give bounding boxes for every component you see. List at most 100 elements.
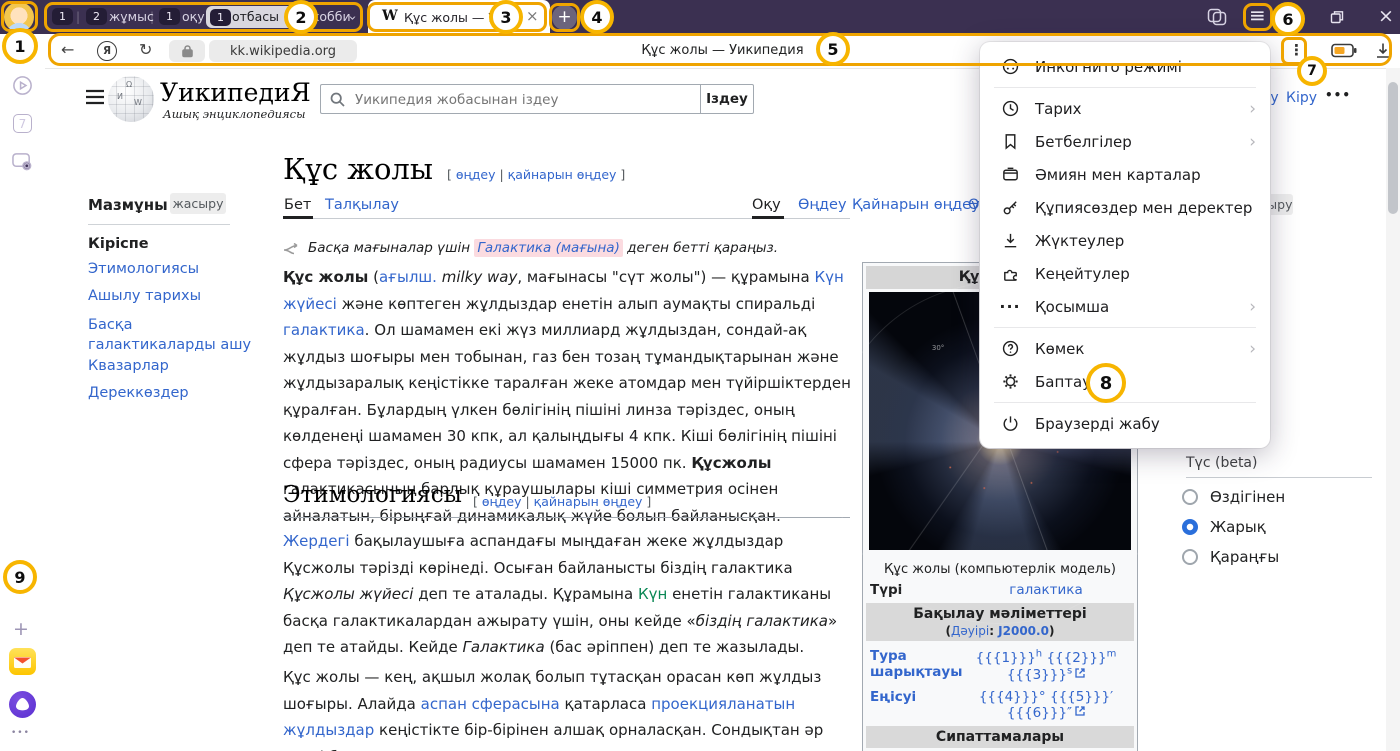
infobox-row-ra: Тура шарықтауы {{{1}}}h {{{2}}}m {{{3}}}… bbox=[866, 648, 1134, 683]
sidebar-add-icon[interactable]: + bbox=[13, 618, 29, 640]
menu-item-wallet[interactable]: Әмиян мен карталар bbox=[980, 158, 1270, 191]
tab-edit-source[interactable]: Қайнарын өңдеу bbox=[852, 197, 980, 213]
chevron-right-icon: › bbox=[1249, 132, 1256, 152]
radio-light[interactable] bbox=[1182, 519, 1198, 535]
download-icon bbox=[1000, 231, 1020, 250]
menu-item-more[interactable]: ··· Қосымша› bbox=[980, 290, 1270, 323]
radio-dark[interactable] bbox=[1182, 549, 1198, 565]
search-input[interactable] bbox=[353, 88, 687, 112]
wallet-icon bbox=[1000, 165, 1020, 184]
ra-label-link[interactable]: Тура шарықтауы bbox=[866, 648, 958, 683]
panels-icon[interactable] bbox=[1207, 8, 1227, 26]
wiki-hamburger-icon[interactable] bbox=[85, 89, 105, 105]
toc-hide-button[interactable]: жасыру bbox=[170, 193, 226, 214]
dec-value[interactable]: {{{4}}}° {{{5}}}′ {{{6}}}″ bbox=[958, 689, 1134, 721]
power-icon bbox=[1000, 414, 1020, 433]
annotation-box-menu-button bbox=[1243, 3, 1273, 31]
annotation-5: 5 bbox=[816, 32, 850, 66]
toc-item[interactable]: Дереккөздер bbox=[88, 385, 189, 401]
scrollbar-thumb[interactable] bbox=[1388, 82, 1398, 214]
menu-item-bookmarks[interactable]: Бетбелгілер› bbox=[980, 125, 1270, 158]
appearance-divider bbox=[1186, 477, 1372, 478]
toc-divider bbox=[88, 224, 230, 225]
search-button[interactable]: Іздеу bbox=[700, 84, 754, 114]
menu-item-help[interactable]: Көмек› bbox=[980, 332, 1270, 365]
external-link-icon bbox=[1075, 668, 1085, 678]
annotation-8: 8 bbox=[1086, 363, 1126, 403]
key-icon bbox=[1000, 198, 1020, 217]
help-icon bbox=[1000, 339, 1020, 358]
toc-item-intro[interactable]: Кіріспе bbox=[88, 236, 149, 252]
toc-item[interactable]: Этимологиясы bbox=[88, 261, 199, 277]
menu-item-downloads[interactable]: Жүктеулер bbox=[980, 224, 1270, 257]
search-box[interactable] bbox=[320, 84, 700, 114]
alice-assistant-icon[interactable] bbox=[9, 691, 36, 718]
bookmark-icon bbox=[1000, 132, 1020, 151]
tab-talk[interactable]: Талқылау bbox=[325, 197, 399, 213]
active-tab-marker bbox=[283, 216, 313, 219]
wikipedia-wordmark[interactable]: УикипедиЯ bbox=[160, 78, 311, 107]
header-more-icon[interactable]: ••• bbox=[1325, 88, 1351, 102]
infobox-characteristics-header: Сипаттамалары bbox=[866, 726, 1134, 748]
wikipedia-tagline: Ашық энциклопедиясы bbox=[163, 107, 305, 121]
menu-item-quit[interactable]: Браузерді жабу bbox=[980, 407, 1270, 440]
annotation-4: 4 bbox=[580, 0, 614, 34]
gear-icon bbox=[1000, 372, 1020, 391]
close-window-icon[interactable]: × bbox=[1378, 5, 1394, 27]
menu-divider bbox=[994, 402, 1256, 403]
sidebar-screenshot-icon[interactable] bbox=[11, 151, 34, 172]
paragraph: Құс жолы — кең, ақшыл жолақ болып тұтасқ… bbox=[283, 664, 853, 751]
sidebar-more-icon[interactable]: ••• bbox=[11, 728, 30, 738]
external-link-icon bbox=[1075, 706, 1085, 716]
sidebar-play-icon[interactable] bbox=[11, 74, 34, 97]
restore-window-icon[interactable] bbox=[1330, 10, 1344, 24]
wiki-search: Іздеу bbox=[320, 84, 754, 114]
radio-auto-label[interactable]: Өздігінен bbox=[1210, 488, 1285, 506]
image-degree-label: 30° bbox=[932, 344, 944, 352]
annotation-box-address-bar bbox=[48, 33, 1392, 66]
puzzle-icon bbox=[1000, 264, 1020, 283]
tab-read[interactable]: Оқу bbox=[752, 197, 781, 213]
chevron-right-icon: › bbox=[1249, 297, 1256, 317]
clock-icon bbox=[1000, 99, 1020, 118]
browser-window: 1 | 2 жұмыс | 1 оқу 1 отбасы хобби › W Қ… bbox=[0, 0, 1400, 751]
annotation-6: 6 bbox=[1271, 2, 1305, 36]
dec-label-link[interactable]: Еңісуі bbox=[866, 689, 958, 721]
menu-item-passwords[interactable]: Құпиясөздер мен деректер bbox=[980, 191, 1270, 224]
section-edit-links[interactable]: [ өңдеу | қайнарын өңдеу ] bbox=[473, 494, 651, 509]
paragraph: Жердегі бақылаушыға аспандағы мыңдаған ж… bbox=[283, 528, 853, 661]
tab-edit[interactable]: Өңдеу bbox=[798, 197, 847, 213]
tab-page[interactable]: Бет bbox=[284, 197, 311, 213]
annotation-box-newtab bbox=[549, 3, 580, 32]
radio-dark-label[interactable]: Қараңғы bbox=[1210, 548, 1279, 566]
sidebar-divider bbox=[12, 682, 33, 684]
section-divider bbox=[283, 517, 850, 518]
ellipsis-icon: ··· bbox=[1000, 297, 1020, 316]
menu-item-history[interactable]: Тарих› bbox=[980, 92, 1270, 125]
login-link[interactable]: Кіру bbox=[1286, 90, 1317, 106]
toc-item[interactable]: Басқа галактикаларды ашу bbox=[88, 315, 253, 355]
appearance-heading: Түс (beta) bbox=[1186, 455, 1257, 471]
toc-item[interactable]: Квазарлар bbox=[88, 358, 169, 374]
toc-title: Мазмұны bbox=[88, 196, 168, 214]
title-edit-links[interactable]: [ өңдеу | қайнарын өңдеу ] bbox=[447, 167, 625, 182]
chevron-right-icon: › bbox=[1249, 339, 1256, 359]
active-tab-marker bbox=[752, 216, 784, 219]
article-title: Құс жолы bbox=[283, 152, 433, 186]
yandex-mail-icon[interactable] bbox=[9, 648, 36, 675]
annotation-1: 1 bbox=[2, 28, 38, 64]
radio-auto[interactable] bbox=[1182, 489, 1198, 505]
menu-divider bbox=[994, 87, 1256, 88]
toc-item[interactable]: Ашылу тарихы bbox=[88, 288, 201, 304]
sidebar-seven-badge[interactable]: 7 bbox=[13, 114, 32, 133]
hatnote-icon bbox=[283, 243, 303, 256]
chevron-right-icon: › bbox=[1249, 99, 1256, 119]
annotation-2: 2 bbox=[284, 0, 318, 34]
radio-light-label[interactable]: Жарық bbox=[1210, 518, 1266, 536]
section-heading: Этимологиясы bbox=[283, 482, 462, 508]
hatnote: Басқа мағыналар үшін Галактика (мағына) … bbox=[308, 240, 778, 256]
infobox-row-dec: Еңісуі {{{4}}}° {{{5}}}′ {{{6}}}″ bbox=[866, 689, 1134, 721]
wikipedia-logo[interactable]: ΩИW bbox=[108, 76, 154, 122]
menu-item-extensions[interactable]: Кеңейтулер bbox=[980, 257, 1270, 290]
ra-value[interactable]: {{{1}}}h {{{2}}}m {{{3}}}s bbox=[958, 648, 1134, 683]
